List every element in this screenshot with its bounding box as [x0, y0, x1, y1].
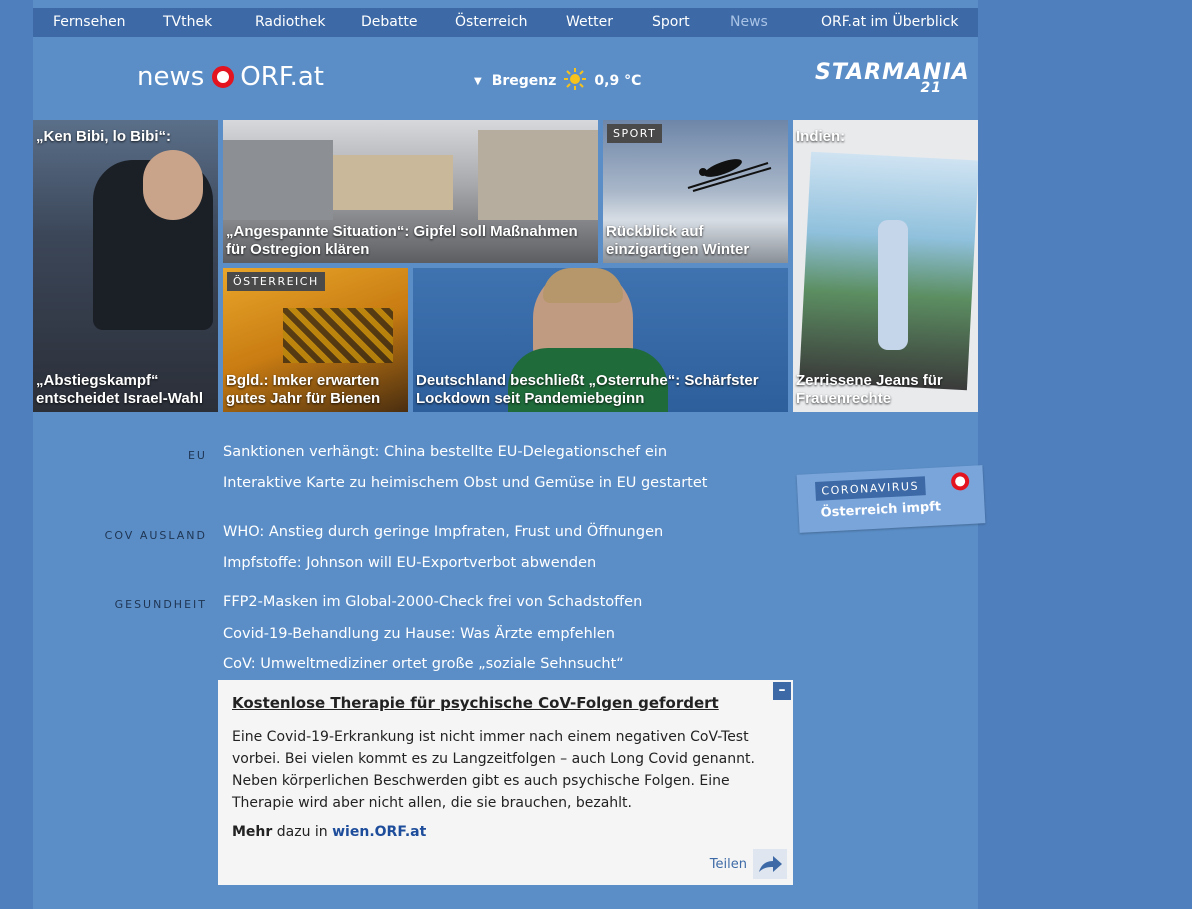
tile-israel-top-caption: „Ken Bibi, lo Bibi“: [36, 128, 171, 145]
news-link[interactable]: CoV: Umweltmediziner ortet große „sozial… [223, 656, 624, 672]
tile-israel-election[interactable]: „Ken Bibi, lo Bibi“: „Abstiegskampf“ ent… [33, 120, 218, 412]
tile-israel-caption: „Abstiegskampf“ entscheidet Israel-Wahl [36, 372, 203, 407]
logo-orf-text: ORF.at [240, 62, 324, 92]
tile-ostregion-caption: „Angespannte Situation“: Gipfel soll Maß… [226, 223, 578, 258]
tile-india-top-caption: Indien: [796, 128, 846, 145]
top-navigation: Fernsehen TVthek Radiothek Debatte Öster… [33, 8, 978, 37]
collapse-button[interactable]: – [773, 682, 791, 700]
nav-oesterreich[interactable]: Österreich [455, 14, 527, 30]
coronavirus-label: CORONAVIRUS [815, 476, 926, 501]
weather-temperature: 0,9 °C [594, 73, 642, 89]
weather-city: Bregenz [491, 73, 557, 89]
tile-bienen[interactable]: ÖSTERREICH Bgld.: Imker erwarten gutes J… [223, 268, 408, 412]
tile-bienen-caption: Bgld.: Imker erwarten gutes Jahr für Bie… [226, 372, 381, 407]
tile-image-buildings [333, 155, 453, 210]
tile-image-woman [878, 220, 908, 350]
category-eu[interactable]: EU [188, 449, 207, 462]
orf-ring-icon [950, 471, 970, 491]
orf-ring-icon [212, 66, 235, 88]
nav-orf-overview[interactable]: ORF.at im Überblick [821, 14, 958, 30]
more-label: Mehr [232, 824, 273, 840]
wien-orf-link[interactable]: wien.ORF.at [332, 824, 426, 840]
share-button[interactable]: Teilen [710, 849, 787, 879]
nav-radiothek[interactable]: Radiothek [255, 14, 325, 30]
tile-india-caption: Zerrissene Jeans für Frauenrechte [796, 372, 943, 407]
news-link[interactable]: Covid-19-Behandlung zu Hause: Was Ärzte … [223, 626, 615, 642]
weather-widget[interactable]: ▼ Bregenz 0,9 °C [474, 68, 641, 94]
news-link[interactable]: Sanktionen verhängt: China bestellte EU-… [223, 444, 667, 460]
story-title-link[interactable]: Kostenlose Therapie für psychische CoV-F… [232, 694, 719, 712]
nav-sport[interactable]: Sport [652, 14, 690, 30]
category-cov-ausland[interactable]: COV AUSLAND [105, 529, 207, 542]
story-summary: Eine Covid-19-Erkrankung ist nicht immer… [232, 729, 755, 811]
tile-oesterreich-tag: ÖSTERREICH [227, 272, 325, 291]
tile-image-house-right [478, 130, 598, 220]
tile-sport-caption: Rückblick auf einzigartigen Winter [606, 223, 750, 258]
share-arrow-icon [753, 849, 787, 879]
tile-image-house-left [223, 140, 333, 220]
tile-sport-tag: SPORT [607, 124, 663, 143]
news-orf-logo[interactable]: news ORF.at [137, 62, 324, 92]
tile-osterruhe[interactable]: Deutschland beschließt „Osterruhe“: Schä… [413, 268, 788, 412]
logo-news-text: news [137, 62, 205, 92]
story-preview-box: – Kostenlose Therapie für psychische CoV… [218, 680, 793, 885]
coronavirus-badge[interactable]: CORONAVIRUS Österreich impft [796, 465, 986, 533]
coronavirus-subtitle: Österreich impft [820, 499, 942, 521]
news-link[interactable]: Impfstoffe: Johnson will EU-Exportverbot… [223, 555, 596, 571]
tile-ostregion[interactable]: „Angespannte Situation“: Gipfel soll Maß… [223, 120, 598, 263]
starmania-number: 21 [920, 80, 942, 96]
dropdown-arrow-icon[interactable]: ▼ [474, 76, 482, 87]
tile-osterruhe-caption: Deutschland beschließt „Osterruhe“: Schä… [416, 372, 759, 407]
share-label: Teilen [709, 856, 747, 872]
nav-tvthek[interactable]: TVthek [163, 14, 212, 30]
nav-debatte[interactable]: Debatte [361, 14, 417, 30]
starmania-text: STARMANIA [815, 60, 970, 85]
nav-fernsehen[interactable]: Fernsehen [53, 14, 126, 30]
news-link[interactable]: Interaktive Karte zu heimischem Obst und… [223, 475, 707, 491]
tile-image-face [143, 150, 203, 220]
nav-news[interactable]: News [730, 14, 768, 30]
tile-image-bees [283, 308, 393, 363]
nav-wetter[interactable]: Wetter [566, 14, 613, 30]
ski-jumper-icon [687, 159, 772, 192]
starmania-logo[interactable]: STARMANIA 21 [815, 60, 969, 100]
tile-india-jeans[interactable]: Indien: Zerrissene Jeans für Frauenrecht… [793, 120, 978, 412]
category-gesundheit[interactable]: GESUNDHEIT [115, 598, 207, 611]
sun-icon [564, 68, 587, 94]
tile-image-hair [543, 268, 623, 303]
news-link[interactable]: FFP2-Masken im Global-2000-Check frei vo… [223, 594, 642, 610]
news-link[interactable]: WHO: Anstieg durch geringe Impfraten, Fr… [223, 524, 663, 540]
more-info-line: Mehr dazu in wien.ORF.at [232, 824, 426, 840]
more-text: dazu in [276, 824, 328, 840]
tile-sport-winter[interactable]: SPORT Rückblick auf einzigartigen Winter [603, 120, 788, 263]
